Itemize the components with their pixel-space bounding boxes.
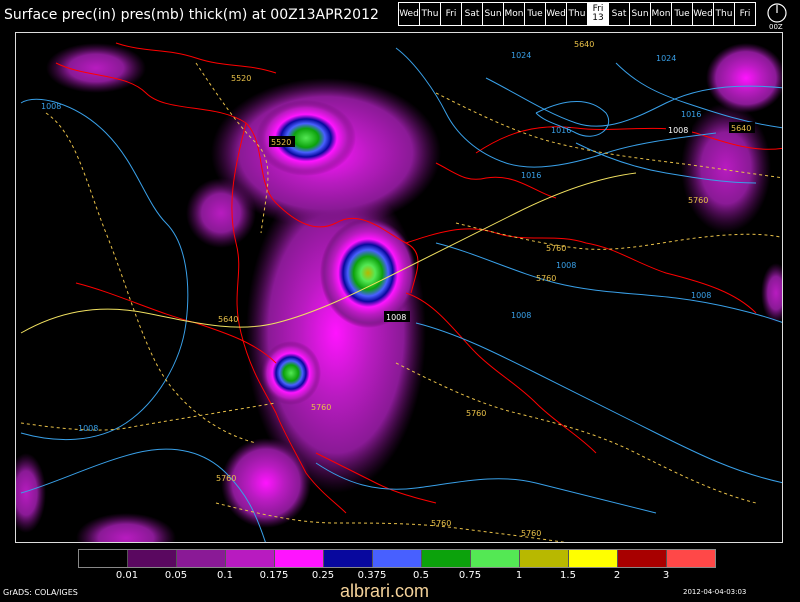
pressure-label: 1016 [551, 126, 571, 135]
thickness-label: 5760 [536, 274, 556, 283]
precip-legend [78, 549, 716, 568]
day-label: Tue [527, 8, 543, 19]
pressure-label: 1008 [511, 311, 531, 320]
legend-swatch-9 [520, 550, 569, 567]
day-button-5[interactable]: Mon [504, 3, 525, 25]
thickness-label: 5760 [431, 519, 451, 528]
day-button-11[interactable]: Sun [630, 3, 651, 25]
weather-map: 1024 1008 1016 1016 1008 1008 1008 1008 1008 1024… [15, 32, 783, 543]
day-button-0[interactable]: Wed [399, 3, 420, 25]
day-label: Thu [715, 8, 733, 19]
legend-swatch-6 [373, 550, 422, 567]
legend-swatch-0 [79, 550, 128, 567]
legend-tick-label: 0.375 [357, 570, 387, 581]
day-button-7[interactable]: Wed [546, 3, 567, 25]
thickness-label: 5760 [466, 409, 486, 418]
pressure-label: 1024 [511, 51, 531, 60]
day-label: Sun [484, 8, 502, 19]
legend-tick-label: 0.1 [217, 570, 233, 581]
clock-label: 00Z [769, 23, 783, 31]
day-button-12[interactable]: Mon [651, 3, 672, 25]
legend-tick-label: 0.75 [458, 570, 482, 581]
day-label: Sun [631, 8, 649, 19]
thickness-label: 5760 [311, 403, 331, 412]
legend-tick-label: 0.5 [413, 570, 429, 581]
day-label: Wed [546, 8, 566, 19]
thickness-label: 5640 [731, 124, 751, 133]
legend-swatch-1 [128, 550, 177, 567]
pressure-label: 1008 [556, 261, 576, 270]
thickness-label: 5640 [218, 315, 238, 324]
day-button-14[interactable]: Wed [693, 3, 714, 25]
forecast-day-selector: Wed Thu Fri Sat Sun Mon Tue Wed Thu Fri 13 Sat Sun Mo… [398, 2, 756, 26]
day-label: Wed [399, 8, 419, 19]
precipitation-field [16, 43, 782, 542]
day-button-9[interactable]: Fri 13 [588, 3, 609, 25]
day-label: Fri [739, 8, 751, 19]
pressure-label: 1016 [681, 110, 701, 119]
legend-swatch-10 [569, 550, 618, 567]
thickness-label: 5640 [574, 40, 594, 49]
legend-tick-label: 0.01 [115, 570, 139, 581]
legend-tick-label: 0.25 [311, 570, 335, 581]
legend-swatch-8 [471, 550, 520, 567]
thickness-label: 5760 [546, 244, 566, 253]
day-button-3[interactable]: Sat [462, 3, 483, 25]
legend-swatch-7 [422, 550, 471, 567]
day-button-2[interactable]: Fri [441, 3, 462, 25]
legend-tick-label: 1 [515, 570, 523, 581]
map-title: Surface prec(in) pres(mb) thick(m) at 00… [4, 7, 379, 23]
pressure-label: 1008 [41, 102, 61, 111]
map-canvas: 1024 1008 1016 1016 1008 1008 1008 1008 1008 1024… [16, 40, 782, 542]
thickness-label: 5520 [231, 74, 251, 83]
day-label: Thu [568, 8, 586, 19]
day-button-8[interactable]: Thu [567, 3, 588, 25]
legend-swatch-12 [667, 550, 715, 567]
pressure-label: 1008 [668, 126, 688, 135]
thickness-label: 5520 [271, 138, 291, 147]
day-label: Sat [464, 8, 480, 19]
pressure-label: 1008 [78, 424, 98, 433]
thickness-label: 5760 [521, 529, 541, 538]
pressure-label: 1024 [656, 54, 676, 63]
thickness-label: 5760 [216, 474, 236, 483]
day-button-1[interactable]: Thu [420, 3, 441, 25]
legend-swatch-4 [275, 550, 324, 567]
legend-tick-label: 2 [613, 570, 621, 581]
day-button-6[interactable]: Tue [525, 3, 546, 25]
day-label: Sat [611, 8, 627, 19]
day-label: Mon [651, 8, 671, 19]
day-button-16[interactable]: Fri [735, 3, 755, 25]
site-watermark: albrari.com [340, 581, 430, 601]
legend-swatch-11 [618, 550, 667, 567]
day-label: Fri [445, 8, 457, 19]
legend-tick-label: 0.05 [164, 570, 188, 581]
pressure-label: 1008 [386, 313, 406, 322]
thickness-label: 5760 [688, 196, 708, 205]
legend-swatch-2 [177, 550, 226, 567]
legend-tick-label: 1.5 [560, 570, 576, 581]
legend-tick-label: 0.175 [259, 570, 289, 581]
pressure-label: 1016 [521, 171, 541, 180]
day-button-10[interactable]: Sat [609, 3, 630, 25]
legend-swatch-5 [324, 550, 373, 567]
day-date: 13 [592, 13, 604, 23]
legend-tick-label: 3 [662, 570, 670, 581]
day-label: Thu [421, 8, 439, 19]
day-label: Tue [674, 8, 690, 19]
day-button-13[interactable]: Tue [672, 3, 693, 25]
software-credit: GrADS: COLA/IGES [3, 588, 78, 597]
generation-timestamp: 2012-04-04-03:03 [683, 588, 747, 596]
day-button-15[interactable]: Thu [714, 3, 735, 25]
day-label: Wed [693, 8, 713, 19]
day-button-4[interactable]: Sun [483, 3, 504, 25]
pressure-label: 1008 [691, 291, 711, 300]
legend-swatch-3 [226, 550, 275, 567]
day-label: Mon [504, 8, 524, 19]
clock-icon [767, 3, 787, 23]
